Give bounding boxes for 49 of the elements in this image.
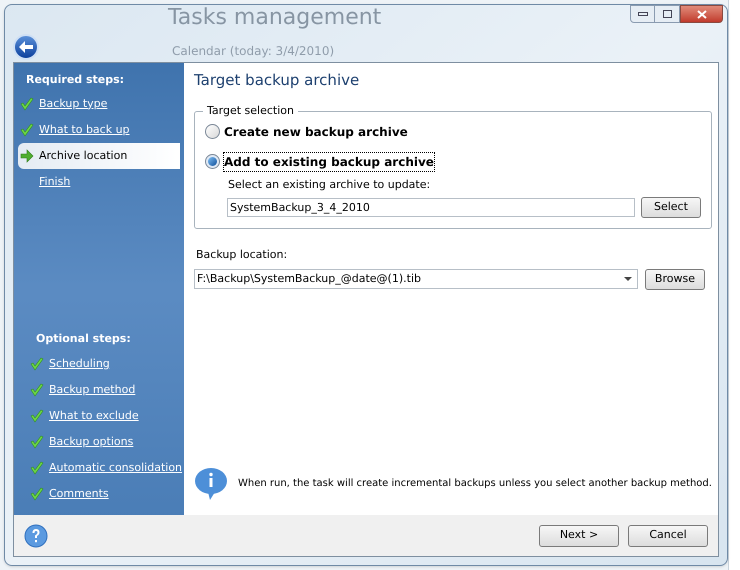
maximize-icon [662, 10, 672, 18]
backup-location-dropdown[interactable]: F:\Backup\SystemBackup_@date@(1).tib [194, 269, 638, 289]
right-arrow-icon [20, 149, 34, 163]
minimize-icon [638, 12, 648, 16]
close-button[interactable] [680, 5, 723, 23]
archive-name-field[interactable]: SystemBackup_3_4_2010 [227, 198, 635, 217]
checkmark-icon [20, 123, 34, 137]
radio-option[interactable]: Add to existing backup archive [205, 152, 701, 170]
checkmark-icon [30, 409, 44, 423]
info-speech-bubble-icon [194, 467, 228, 501]
field-label: Backup location: [196, 247, 288, 263]
sidebar-step[interactable]: Scheduling [24, 351, 184, 377]
left-arrow-icon [19, 41, 33, 53]
checkmark-icon [30, 357, 44, 371]
radio-button[interactable] [205, 124, 220, 139]
field-label: Select an existing archive to update: [228, 176, 432, 192]
minimize-button[interactable] [630, 5, 655, 23]
sidebar-step[interactable]: What to exclude [24, 403, 184, 429]
checkmark-icon [30, 435, 44, 449]
sidebar-step[interactable]: What to back up [14, 117, 184, 143]
dropdown-caret-icon [624, 277, 632, 281]
sidebar-heading: Optional steps: [35, 331, 132, 347]
next-button[interactable]: Next > [539, 524, 619, 546]
radio-button[interactable] [205, 154, 220, 169]
browse-button[interactable]: Browse [644, 268, 705, 290]
checkmark-icon [30, 487, 44, 501]
group-legend: Target selection [203, 103, 298, 120]
select-button[interactable]: Select [640, 197, 701, 218]
sidebar-step[interactable]: Backup type [14, 91, 184, 117]
background-subtitle: Calendar (today: 3/4/2010) [172, 45, 334, 57]
help-icon[interactable] [24, 524, 48, 548]
radio-option[interactable]: Create new backup archive [205, 122, 701, 140]
checkmark-icon [30, 461, 44, 475]
sidebar-step[interactable]: Archive location [18, 143, 180, 169]
sidebar-step[interactable]: Comments [24, 481, 184, 507]
sidebar-step[interactable]: Finish [14, 169, 184, 195]
page-title: Target backup archive [194, 70, 360, 91]
checkmark-icon [30, 383, 44, 397]
sidebar-step[interactable]: Backup options [24, 429, 184, 455]
background-title: Tasks management [168, 7, 382, 29]
close-icon [696, 10, 706, 18]
sidebar-heading: Required steps: [25, 72, 126, 88]
back-button[interactable] [13, 34, 39, 60]
info-message: When run, the task will create incremental backups unless you select another backup method. [238, 477, 712, 491]
checkmark-icon [20, 97, 34, 111]
cancel-button[interactable]: Cancel [628, 524, 708, 546]
sidebar-step[interactable]: Automatic consolidation [24, 455, 184, 481]
maximize-button[interactable] [655, 5, 680, 23]
sidebar-step[interactable]: Backup method [24, 377, 184, 403]
